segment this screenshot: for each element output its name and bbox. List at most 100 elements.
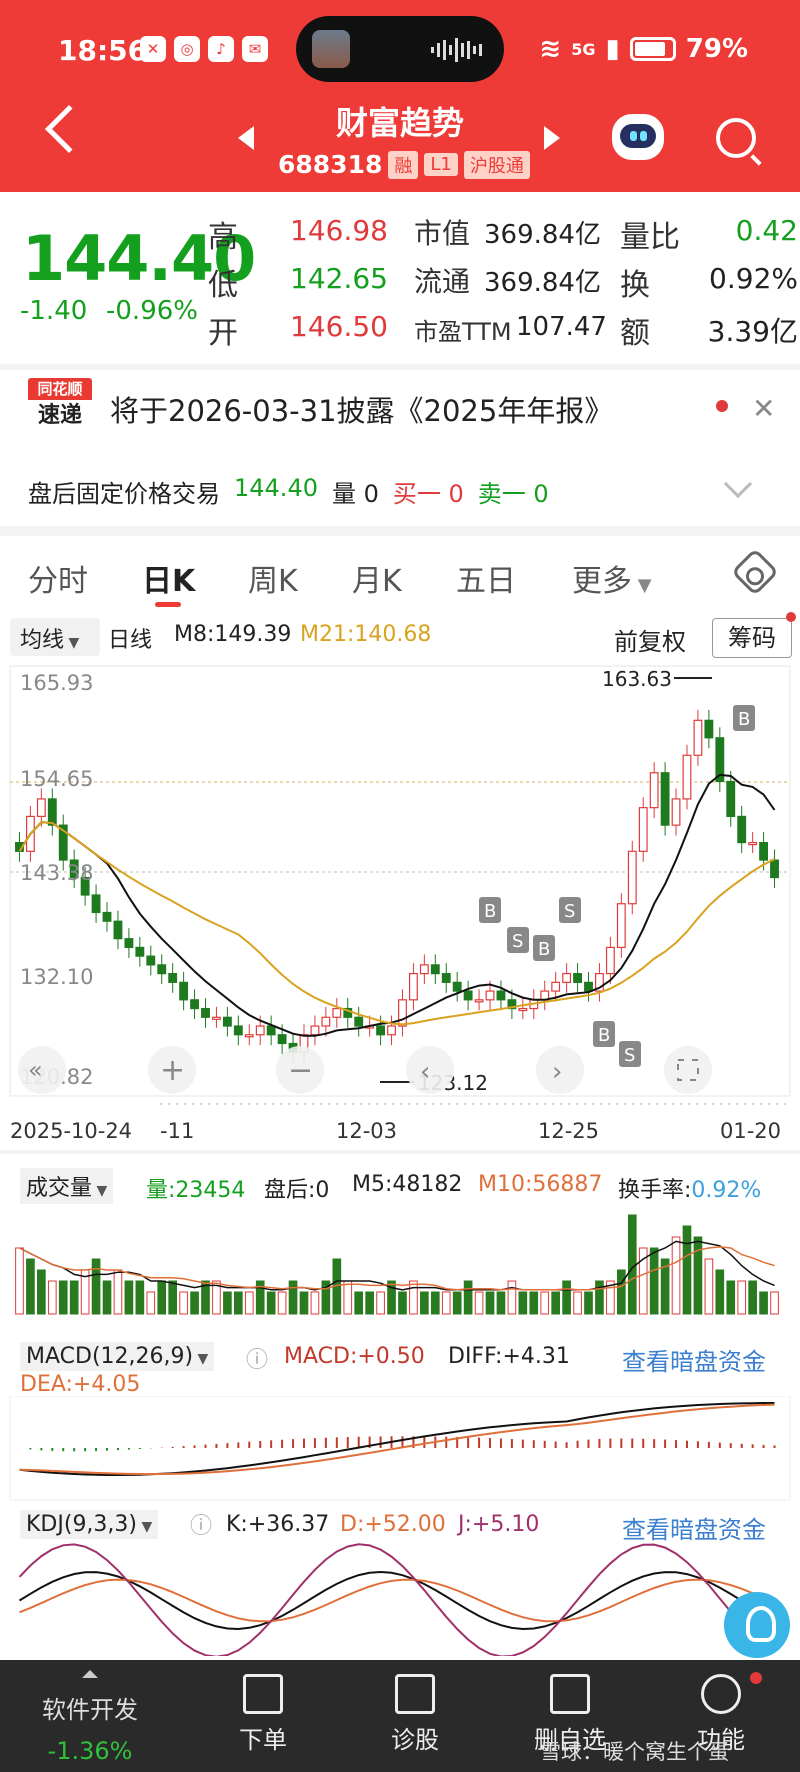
chevron-right-icon: ›	[552, 1057, 562, 1087]
bottom-navigation: 软件开发 -1.36% 下单 诊股 删自选 功能 雪球：暖个窝生个蛋	[0, 1660, 800, 1772]
settings-icon[interactable]	[730, 547, 780, 597]
volume-bar	[496, 1291, 506, 1315]
stock-name: 财富趋势	[335, 104, 464, 142]
ma21-value: M21:140.68	[300, 622, 432, 647]
candle	[277, 1034, 287, 1045]
pe-label: 市盈TTM	[414, 318, 512, 346]
remove-icon	[550, 1674, 590, 1714]
volume-bar	[299, 1291, 309, 1315]
candle	[233, 1025, 243, 1036]
volume-bar	[354, 1291, 364, 1315]
candle	[660, 772, 670, 826]
x-label-start: 2025-10-24	[10, 1119, 132, 1143]
volume-bar	[102, 1280, 112, 1315]
volume-ratio-label: 量比	[620, 220, 680, 255]
audio-icon: ♪	[208, 36, 234, 62]
app-notification-icon: ◎	[174, 36, 200, 62]
diff-value: DIFF:+4.31	[448, 1344, 570, 1369]
volume-bar	[146, 1291, 156, 1315]
turnover-value: 0.92%	[709, 262, 798, 295]
macd-chart[interactable]	[0, 1396, 800, 1502]
tab-more[interactable]: 更多 ▼	[572, 556, 652, 600]
candle	[146, 955, 156, 966]
after-hours-trading[interactable]: 盘后固定价格交易 144.40 量 0 买一 0 卖一 0	[28, 474, 549, 509]
macd-menu[interactable]: MACD(12,26,9) ▼	[20, 1342, 215, 1371]
close-icon[interactable]: ✕	[752, 392, 775, 425]
candle	[255, 1025, 265, 1036]
assistant-bulb-button[interactable]	[724, 1592, 790, 1658]
chips-button[interactable]: 筹码	[712, 618, 792, 658]
tag-level: L1	[424, 153, 458, 176]
candle	[157, 964, 167, 975]
candle	[627, 850, 637, 905]
volume-bar	[135, 1280, 145, 1315]
dropdown-icon: ▼	[632, 575, 652, 596]
volume-bar	[179, 1291, 188, 1315]
ma8-value: M8:149.39	[174, 622, 292, 647]
kdj-chart[interactable]	[0, 1540, 800, 1656]
menu-icon	[701, 1674, 741, 1714]
help-icon[interactable]: ⓘ	[246, 1342, 268, 1374]
nav-diagnose[interactable]: 诊股	[370, 1660, 460, 1772]
volume-bar	[430, 1291, 440, 1315]
tab-monthly-k[interactable]: 月K	[352, 556, 402, 600]
candle	[770, 859, 779, 879]
volume-bar	[726, 1280, 736, 1315]
kline-chart[interactable]: BSBSBSB 165.93 154.65 143.38 132.10 120.…	[0, 664, 800, 1164]
j-value: J:+5.10	[458, 1512, 540, 1537]
kdj-menu[interactable]: KDJ(9,3,3) ▼	[20, 1510, 159, 1539]
tab-daily-k[interactable]: 日K	[142, 556, 195, 600]
candle	[408, 973, 418, 1001]
volume-chart[interactable]	[0, 1200, 800, 1320]
sector-quote[interactable]: 软件开发 -1.36%	[20, 1660, 160, 1772]
dropdown-icon: ▼	[193, 1351, 209, 1367]
volume-bar	[26, 1258, 35, 1315]
volume-bar	[277, 1291, 287, 1315]
candle	[682, 754, 692, 800]
candle	[398, 999, 407, 1027]
wechat-icon: ✉	[242, 36, 268, 62]
tab-intraday[interactable]: 分时	[28, 556, 88, 600]
media-thumbnail	[312, 30, 350, 68]
dark-pool-link[interactable]: 查看暗盘资金	[622, 1342, 766, 1377]
assistant-robot-icon[interactable]	[612, 114, 664, 160]
j-line	[18, 1543, 776, 1656]
float-label: 流通	[414, 265, 471, 298]
order-icon	[243, 1674, 283, 1714]
y-label-143: 143.38	[20, 861, 93, 885]
candle	[419, 964, 429, 975]
candle	[518, 1007, 528, 1012]
search-icon[interactable]	[716, 118, 756, 158]
after-hours-bid: 买一 0	[392, 480, 464, 508]
volume-bar	[190, 1291, 199, 1315]
candle	[748, 842, 758, 846]
help-icon[interactable]: ⓘ	[190, 1508, 212, 1540]
after-hours-ask: 卖一 0	[477, 480, 549, 508]
tab-weekly-k[interactable]: 周K	[248, 556, 298, 600]
rewind-icon: «	[28, 1056, 43, 1084]
volume-bar	[693, 1236, 703, 1315]
ma-menu[interactable]: 均线 ▼	[20, 622, 79, 654]
candle	[693, 719, 703, 756]
volume-bar	[463, 1280, 473, 1315]
chevron-down-icon[interactable]	[723, 469, 753, 499]
volume-bar	[540, 1291, 550, 1315]
tab-five-day[interactable]: 五日	[456, 556, 516, 600]
diagnose-icon	[395, 1674, 435, 1714]
notice-banner[interactable]: 同花顺 速递 将于2026-03-31披露《2025年年报》	[0, 372, 800, 442]
signal-label: S	[512, 931, 523, 952]
candle	[474, 999, 484, 1003]
x-label-1225: 12-25	[538, 1119, 599, 1143]
signal-label: S	[564, 901, 575, 922]
signal-label: B	[598, 1025, 610, 1046]
nav-order[interactable]: 下单	[218, 1660, 308, 1772]
adjust-mode[interactable]: 前复权	[614, 622, 686, 657]
x-label-0120: 01-20	[720, 1119, 781, 1143]
stock-code: 688318	[278, 150, 383, 179]
candle	[737, 815, 747, 844]
volume-bar	[452, 1291, 462, 1315]
volume-bar	[376, 1291, 385, 1315]
volume-m5: M5:48182	[352, 1172, 463, 1197]
signal-label: S	[624, 1045, 635, 1066]
volume-menu[interactable]: 成交量 ▼	[20, 1168, 114, 1204]
